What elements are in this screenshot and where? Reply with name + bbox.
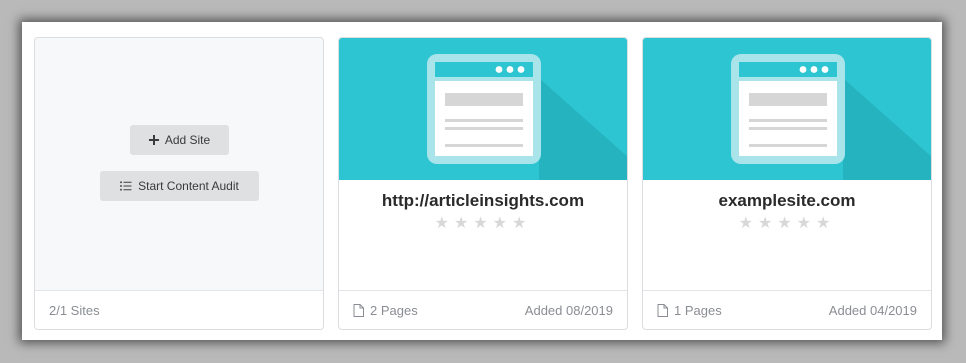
site-card-footer: 2 Pages Added 08/2019	[339, 290, 627, 329]
page-count-label: 2 Pages	[370, 302, 418, 318]
star-rating[interactable]: ★★★★★	[339, 213, 627, 233]
star-icon[interactable]: ★	[797, 213, 816, 233]
site-card[interactable]: http://articleinsights.com ★★★★★ 2 Pages…	[338, 37, 628, 330]
site-card-footer: 1 Pages Added 04/2019	[643, 290, 931, 329]
browser-window-icon	[427, 54, 627, 180]
star-icon[interactable]: ★	[454, 213, 473, 233]
site-thumbnail-banner	[643, 38, 931, 180]
star-icon[interactable]: ★	[473, 213, 492, 233]
add-card-footer: 2/1 Sites	[35, 290, 323, 329]
start-content-audit-button[interactable]: Start Content Audit	[100, 171, 259, 201]
star-icon[interactable]: ★	[739, 213, 758, 233]
add-site-card-body: Add Site Start Content Audit	[35, 38, 323, 291]
document-icon	[353, 303, 364, 317]
browser-window-icon	[731, 54, 931, 180]
add-site-card: Add Site Start Content Audit 2/1 Sites	[34, 37, 324, 330]
star-icon[interactable]: ★	[816, 213, 835, 233]
star-icon[interactable]: ★	[435, 213, 454, 233]
document-icon	[657, 303, 668, 317]
sites-count: 2/1 Sites	[49, 302, 100, 318]
site-card[interactable]: examplesite.com ★★★★★ 1 Pages Added 04/2…	[642, 37, 932, 330]
star-icon[interactable]: ★	[512, 213, 531, 233]
start-content-audit-label: Start Content Audit	[138, 179, 239, 193]
star-rating[interactable]: ★★★★★	[643, 213, 931, 233]
site-thumbnail-banner	[339, 38, 627, 180]
date-added: Added 08/2019	[524, 302, 613, 318]
sites-panel: Add Site Start Content Audit 2/1 Sites h…	[22, 22, 942, 340]
add-site-label: Add Site	[164, 133, 211, 147]
star-icon[interactable]: ★	[777, 213, 796, 233]
page-count: 1 Pages	[657, 303, 722, 318]
site-url[interactable]: examplesite.com	[643, 191, 931, 211]
add-site-button[interactable]: Add Site	[130, 125, 229, 155]
star-icon[interactable]: ★	[493, 213, 512, 233]
date-added: Added 04/2019	[828, 302, 917, 318]
site-url[interactable]: http://articleinsights.com	[339, 191, 627, 211]
page-count: 2 Pages	[353, 303, 418, 318]
plus-icon	[148, 135, 159, 145]
star-icon[interactable]: ★	[758, 213, 777, 233]
checklist-icon	[120, 181, 132, 191]
page-count-label: 1 Pages	[674, 302, 722, 318]
